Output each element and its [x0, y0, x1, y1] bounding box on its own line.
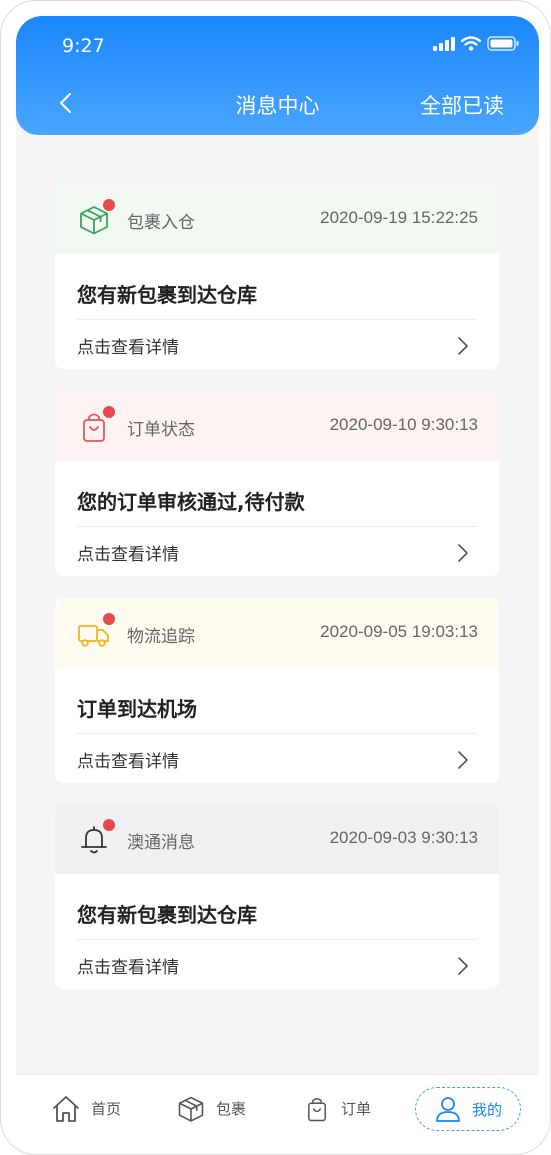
message-text: 订单到达机场	[77, 697, 197, 721]
chevron-right-icon[interactable]	[457, 336, 469, 356]
view-details-link[interactable]: 点击查看详情	[77, 333, 179, 358]
chevron-right-icon[interactable]	[457, 750, 469, 770]
message-text: 您有新包裹到达仓库	[77, 903, 257, 927]
divider	[77, 939, 477, 940]
battery-icon	[487, 36, 519, 51]
status-icons	[433, 36, 519, 51]
user-icon	[436, 1097, 460, 1122]
chevron-right-icon[interactable]	[457, 543, 469, 563]
message-card[interactable]: 物流追踪 2020-09-05 19:03:13 订单到达机场 点击查看详情	[55, 598, 499, 783]
chevron-right-icon[interactable]	[457, 956, 469, 976]
wifi-icon	[461, 36, 481, 51]
message-type: 包裹入仓	[127, 213, 195, 233]
unread-dot	[103, 613, 115, 625]
divider	[77, 319, 477, 320]
message-card-header: 物流追踪 2020-09-05 19:03:13	[55, 598, 499, 668]
tab-label: 订单	[341, 1100, 372, 1118]
tab-label: 我的	[472, 1100, 503, 1119]
message-type: 订单状态	[127, 420, 195, 440]
divider	[77, 733, 477, 734]
phone-frame: 9:27 消息中心 全部已读 包裹入仓 2020-09-19 15:22:25 …	[0, 0, 551, 1155]
message-card[interactable]: 订单状态 2020-09-10 9:30:13 您的订单审核通过,待付款 点击查…	[55, 391, 499, 576]
message-time: 2020-09-03 9:30:13	[329, 828, 478, 847]
message-text: 您有新包裹到达仓库	[77, 283, 257, 307]
view-details-link[interactable]: 点击查看详情	[77, 747, 179, 772]
tab-bar: 首页 包裹 订单 我的	[16, 1074, 539, 1141]
shopping-bag-icon	[308, 1097, 326, 1121]
message-card-header: 订单状态 2020-09-10 9:30:13	[55, 391, 499, 461]
divider	[77, 526, 477, 527]
tab-label: 首页	[91, 1100, 122, 1118]
package-icon	[178, 1096, 204, 1122]
home-icon	[53, 1095, 79, 1122]
screen: 9:27 消息中心 全部已读 包裹入仓 2020-09-19 15:22:25 …	[16, 16, 539, 1141]
tab-packages[interactable]: 包裹	[176, 1075, 246, 1141]
message-time: 2020-09-05 19:03:13	[320, 622, 478, 641]
status-time: 9:27	[62, 35, 105, 57]
message-card[interactable]: 澳通消息 2020-09-03 9:30:13 您有新包裹到达仓库 点击查看详情	[55, 804, 499, 989]
mark-all-read-button[interactable]: 全部已读	[420, 90, 504, 120]
unread-dot	[103, 819, 115, 831]
tab-me[interactable]: 我的	[415, 1087, 522, 1131]
message-card-header: 包裹入仓 2020-09-19 15:22:25	[55, 184, 499, 254]
message-text: 您的订单审核通过,待付款	[77, 490, 305, 514]
message-time: 2020-09-19 15:22:25	[320, 208, 478, 227]
signal-icon	[433, 36, 455, 51]
tab-home[interactable]: 首页	[51, 1075, 121, 1141]
message-time: 2020-09-10 9:30:13	[329, 415, 478, 434]
message-type: 物流追踪	[127, 627, 195, 647]
header: 9:27 消息中心 全部已读	[16, 16, 539, 135]
unread-dot	[103, 199, 115, 211]
message-type: 澳通消息	[127, 833, 195, 853]
unread-dot	[103, 406, 115, 418]
tab-label: 包裹	[216, 1100, 247, 1118]
view-details-link[interactable]: 点击查看详情	[77, 540, 179, 565]
message-card-header: 澳通消息 2020-09-03 9:30:13	[55, 804, 499, 874]
tab-orders[interactable]: 订单	[303, 1075, 371, 1141]
message-card[interactable]: 包裹入仓 2020-09-19 15:22:25 您有新包裹到达仓库 点击查看详…	[55, 184, 499, 369]
view-details-link[interactable]: 点击查看详情	[77, 953, 179, 978]
